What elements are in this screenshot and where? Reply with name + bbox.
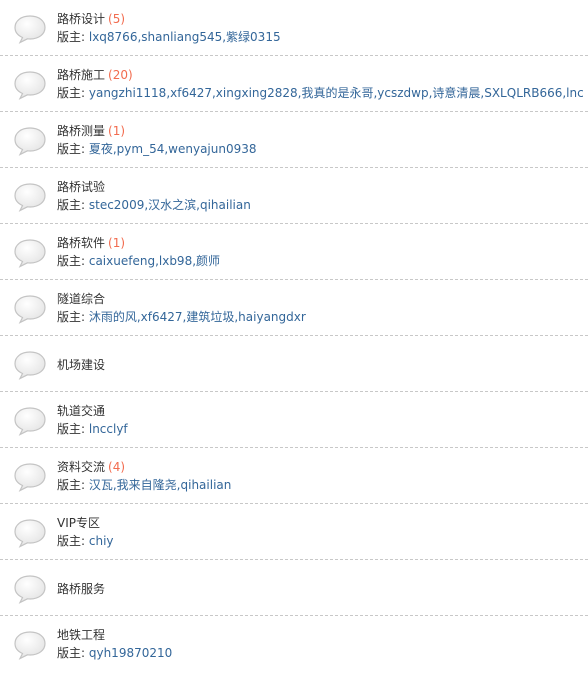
moderator-links[interactable]: 夏夜,pym_54,wenyajun0938 xyxy=(89,142,257,156)
moderator-line: 版主: lncclyf xyxy=(57,420,584,438)
forum-title-line: 路桥设计 (5) xyxy=(57,10,584,28)
forum-row-road-bridge-testing: 路桥试验 版主: stec2009,汉水之滨,qihailian xyxy=(0,168,588,224)
forum-row-road-bridge-construction: 路桥施工 (20) 版主: yangzhi1118,xf6427,xingxing… xyxy=(0,56,588,112)
forum-row-metro: 地铁工程 版主: qyh19870210 xyxy=(0,616,588,672)
moderator-line: 版主: qyh19870210 xyxy=(57,644,584,662)
speech-bubble-icon[interactable] xyxy=(13,14,47,44)
moderator-links[interactable]: stec2009,汉水之滨,qihailian xyxy=(89,198,251,212)
forum-row-road-bridge-service: 路桥服务 xyxy=(0,560,588,616)
forum-text: 地铁工程 版主: qyh19870210 xyxy=(57,626,584,662)
speech-bubble-icon[interactable] xyxy=(13,462,47,492)
forum-name-link[interactable]: 路桥软件 xyxy=(57,236,105,250)
forum-text: 路桥设计 (5) 版主: lxq8766,shanliang545,紫绿0315 xyxy=(57,10,584,46)
forum-row-vip: VIP专区 版主: chiy xyxy=(0,504,588,560)
moderator-label: 版主: xyxy=(57,86,89,100)
forum-text: 路桥试验 版主: stec2009,汉水之滨,qihailian xyxy=(57,178,584,214)
moderator-links[interactable]: chiy xyxy=(89,534,114,548)
moderator-line: 版主: caixuefeng,lxb98,颜师 xyxy=(57,252,584,270)
moderator-links[interactable]: 沐雨的风,xf6427,建筑垃圾,haiyangdxr xyxy=(89,310,306,324)
forum-title-line: 轨道交通 xyxy=(57,402,584,420)
forum-text: 轨道交通 版主: lncclyf xyxy=(57,402,584,438)
moderator-line: 版主: lxq8766,shanliang545,紫绿0315 xyxy=(57,28,584,46)
speech-bubble-icon[interactable] xyxy=(13,70,47,100)
moderator-links[interactable]: 汉瓦,我来自隆尧,qihailian xyxy=(89,478,232,492)
forum-row-airport: 机场建设 xyxy=(0,336,588,392)
forum-text: VIP专区 版主: chiy xyxy=(57,514,584,550)
forum-name-link[interactable]: 路桥试验 xyxy=(57,180,105,194)
forum-list: 路桥设计 (5) 版主: lxq8766,shanliang545,紫绿0315 … xyxy=(0,0,588,672)
speech-bubble-icon[interactable] xyxy=(13,350,47,380)
new-post-count: (20) xyxy=(108,68,133,82)
moderator-line: 版主: 沐雨的风,xf6427,建筑垃圾,haiyangdxr xyxy=(57,308,584,326)
moderator-label: 版主: xyxy=(57,30,89,44)
speech-bubble-icon[interactable] xyxy=(13,182,47,212)
moderator-line: 版主: 夏夜,pym_54,wenyajun0938 xyxy=(57,140,584,158)
moderator-links[interactable]: lxq8766,shanliang545,紫绿0315 xyxy=(89,30,281,44)
forum-text: 路桥服务 xyxy=(57,580,584,598)
forum-name-link[interactable]: 路桥设计 xyxy=(57,12,105,26)
forum-title-line: 路桥服务 xyxy=(57,580,584,598)
moderator-label: 版主: xyxy=(57,198,89,212)
forum-title-line: 路桥试验 xyxy=(57,178,584,196)
moderator-line: 版主: 汉瓦,我来自隆尧,qihailian xyxy=(57,476,584,494)
speech-bubble-icon[interactable] xyxy=(13,126,47,156)
speech-bubble-icon[interactable] xyxy=(13,294,47,324)
forum-row-resource-exchange: 资料交流 (4) 版主: 汉瓦,我来自隆尧,qihailian xyxy=(0,448,588,504)
moderator-links[interactable]: caixuefeng,lxb98,颜师 xyxy=(89,254,220,268)
new-post-count: (1) xyxy=(108,236,126,250)
new-post-count: (1) xyxy=(108,124,126,138)
forum-title-line: 地铁工程 xyxy=(57,626,584,644)
forum-name-link[interactable]: 地铁工程 xyxy=(57,628,105,642)
forum-name-link[interactable]: 路桥服务 xyxy=(57,582,105,596)
speech-bubble-icon[interactable] xyxy=(13,630,47,660)
moderator-label: 版主: xyxy=(57,310,89,324)
forum-title-line: 路桥软件 (1) xyxy=(57,234,584,252)
speech-bubble-icon[interactable] xyxy=(13,238,47,268)
forum-title-line: 隧道综合 xyxy=(57,290,584,308)
moderator-label: 版主: xyxy=(57,422,89,436)
moderator-label: 版主: xyxy=(57,254,89,268)
speech-bubble-icon[interactable] xyxy=(13,406,47,436)
moderator-links[interactable]: lncclyf xyxy=(89,422,128,436)
forum-title-line: 路桥施工 (20) xyxy=(57,66,584,84)
moderator-line: 版主: yangzhi1118,xf6427,xingxing2828,我真的是… xyxy=(57,84,584,102)
forum-name-link[interactable]: 机场建设 xyxy=(57,358,105,372)
forum-text: 路桥软件 (1) 版主: caixuefeng,lxb98,颜师 xyxy=(57,234,584,270)
forum-name-link[interactable]: 路桥测量 xyxy=(57,124,105,138)
forum-row-road-bridge-software: 路桥软件 (1) 版主: caixuefeng,lxb98,颜师 xyxy=(0,224,588,280)
moderator-links[interactable]: yangzhi1118,xf6427,xingxing2828,我真的是永哥,y… xyxy=(89,86,584,100)
new-post-count: (4) xyxy=(108,460,126,474)
moderator-line: 版主: chiy xyxy=(57,532,584,550)
forum-row-road-bridge-design: 路桥设计 (5) 版主: lxq8766,shanliang545,紫绿0315 xyxy=(0,0,588,56)
forum-name-link[interactable]: 路桥施工 xyxy=(57,68,105,82)
moderator-label: 版主: xyxy=(57,142,89,156)
forum-name-link[interactable]: VIP专区 xyxy=(57,516,100,530)
moderator-label: 版主: xyxy=(57,646,89,660)
forum-text: 机场建设 xyxy=(57,356,584,374)
forum-title-line: 机场建设 xyxy=(57,356,584,374)
forum-title-line: VIP专区 xyxy=(57,514,584,532)
forum-name-link[interactable]: 隧道综合 xyxy=(57,292,105,306)
forum-text: 路桥测量 (1) 版主: 夏夜,pym_54,wenyajun0938 xyxy=(57,122,584,158)
forum-row-road-bridge-survey: 路桥测量 (1) 版主: 夏夜,pym_54,wenyajun0938 xyxy=(0,112,588,168)
forum-name-link[interactable]: 资料交流 xyxy=(57,460,105,474)
moderator-line: 版主: stec2009,汉水之滨,qihailian xyxy=(57,196,584,214)
speech-bubble-icon[interactable] xyxy=(13,574,47,604)
forum-text: 隧道综合 版主: 沐雨的风,xf6427,建筑垃圾,haiyangdxr xyxy=(57,290,584,326)
forum-row-tunnel: 隧道综合 版主: 沐雨的风,xf6427,建筑垃圾,haiyangdxr xyxy=(0,280,588,336)
moderator-label: 版主: xyxy=(57,478,89,492)
forum-text: 资料交流 (4) 版主: 汉瓦,我来自隆尧,qihailian xyxy=(57,458,584,494)
forum-name-link[interactable]: 轨道交通 xyxy=(57,404,105,418)
forum-title-line: 路桥测量 (1) xyxy=(57,122,584,140)
speech-bubble-icon[interactable] xyxy=(13,518,47,548)
forum-row-rail-transit: 轨道交通 版主: lncclyf xyxy=(0,392,588,448)
moderator-links[interactable]: qyh19870210 xyxy=(89,646,172,660)
new-post-count: (5) xyxy=(108,12,126,26)
forum-title-line: 资料交流 (4) xyxy=(57,458,584,476)
moderator-label: 版主: xyxy=(57,534,89,548)
forum-text: 路桥施工 (20) 版主: yangzhi1118,xf6427,xingxing… xyxy=(57,66,584,102)
